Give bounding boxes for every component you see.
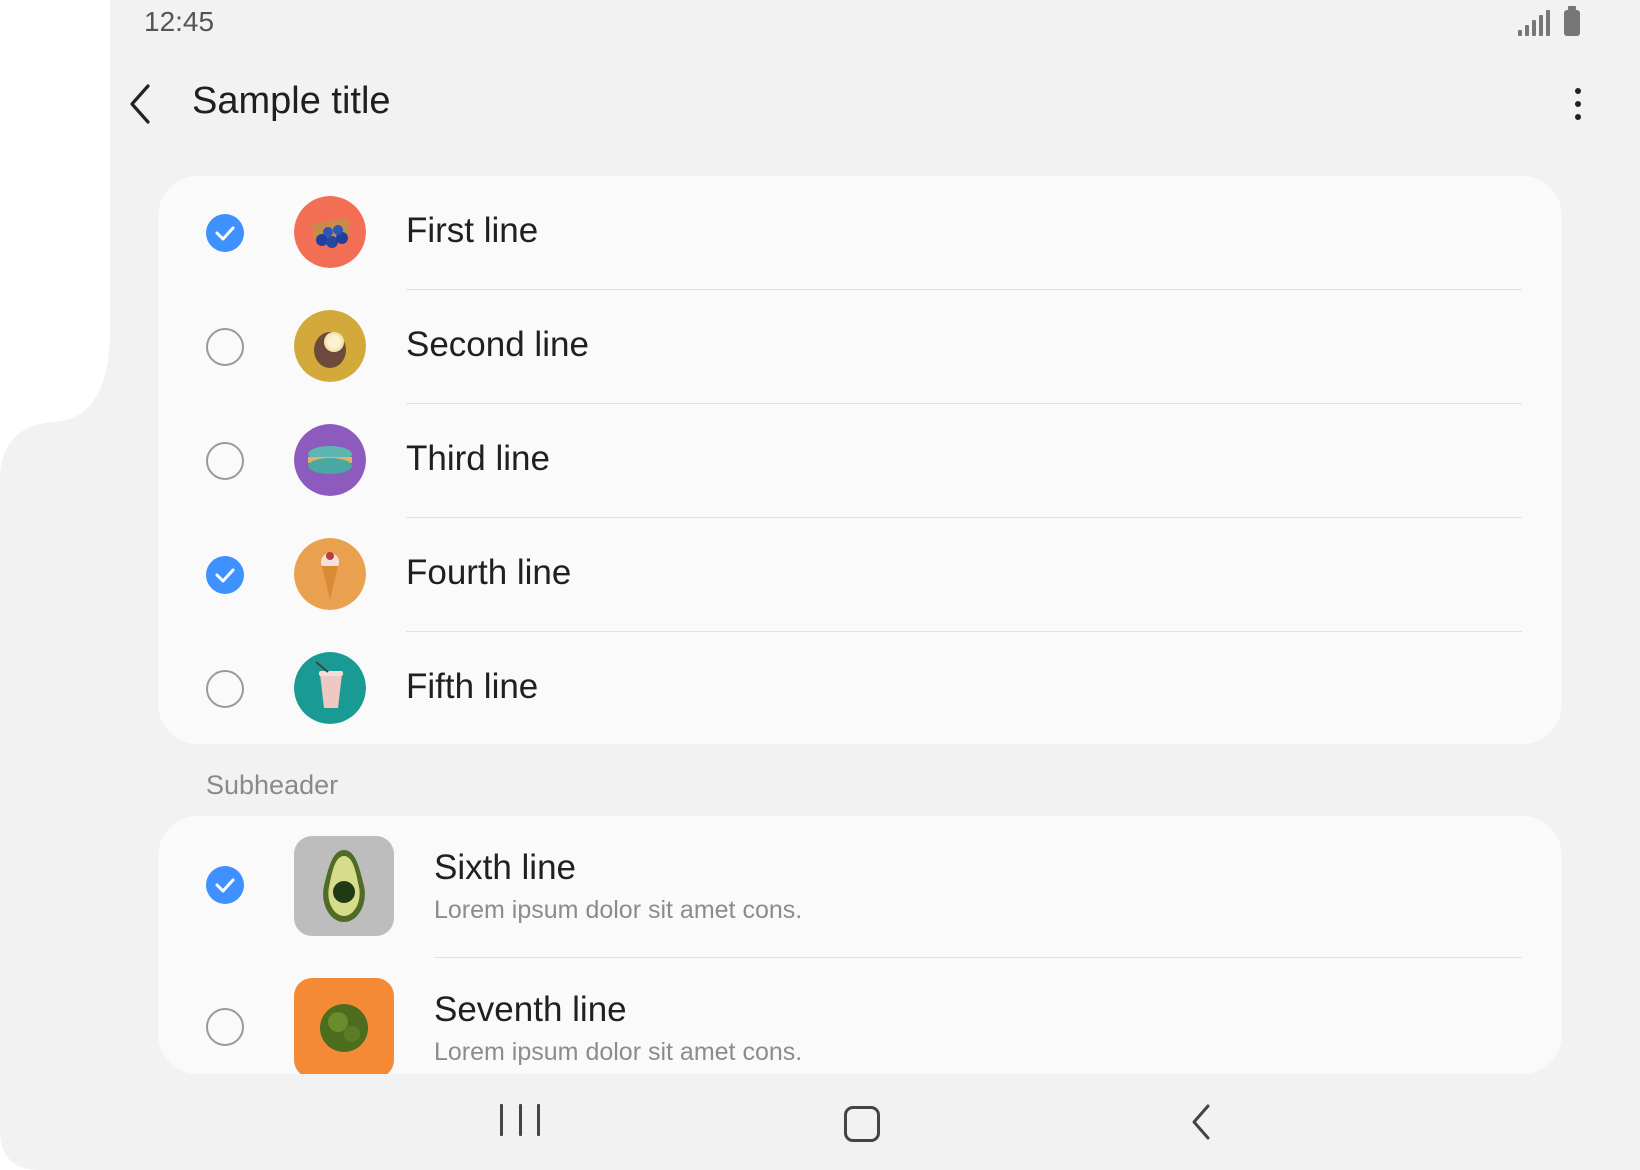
status-icons bbox=[1518, 10, 1580, 36]
list-item-fifth[interactable]: Fifth line bbox=[158, 632, 1562, 744]
checkbox-checked[interactable] bbox=[206, 214, 244, 252]
list-item-label: Sixth line bbox=[434, 848, 577, 887]
list-item-sublabel: Lorem ipsum dolor sit amet cons. bbox=[434, 896, 803, 924]
list-card-2: Sixth line Lorem ipsum dolor sit amet co… bbox=[158, 816, 1562, 1074]
list-item-first[interactable]: First line bbox=[158, 176, 1562, 290]
blueberries-icon bbox=[294, 196, 366, 268]
recents-button[interactable] bbox=[500, 1104, 540, 1138]
list-item-label: Third line bbox=[406, 439, 550, 478]
check-icon bbox=[215, 225, 235, 241]
checkbox-unchecked[interactable] bbox=[206, 670, 244, 708]
list-item-fourth[interactable]: Fourth line bbox=[158, 518, 1562, 632]
page-title: Sample title bbox=[192, 80, 391, 122]
battery-icon bbox=[1564, 10, 1580, 36]
list-item-label: First line bbox=[406, 211, 539, 250]
more-vertical-icon bbox=[1575, 88, 1581, 94]
list-item-label: Fourth line bbox=[406, 553, 572, 592]
more-options-button[interactable] bbox=[1558, 80, 1598, 128]
list-item-second[interactable]: Second line bbox=[158, 290, 1562, 404]
list-item-label: Second line bbox=[406, 325, 589, 364]
list-item-label: Fifth line bbox=[406, 667, 539, 706]
check-icon bbox=[215, 877, 235, 893]
checkbox-unchecked[interactable] bbox=[206, 1008, 244, 1046]
list-item-third[interactable]: Third line bbox=[158, 404, 1562, 518]
subheader: Subheader bbox=[206, 770, 339, 800]
coconut-icon bbox=[294, 310, 366, 382]
drink-cup-icon bbox=[294, 652, 366, 724]
checkbox-checked[interactable] bbox=[206, 866, 244, 904]
back-icon bbox=[1186, 1102, 1216, 1142]
list-card-1: First line Second line Third line Fourth… bbox=[158, 176, 1562, 744]
moss-ball-icon bbox=[294, 978, 394, 1074]
checkbox-checked[interactable] bbox=[206, 556, 244, 594]
check-icon bbox=[215, 567, 235, 583]
avocado-icon bbox=[294, 836, 394, 936]
signal-icon bbox=[1518, 10, 1550, 36]
back-button[interactable] bbox=[118, 78, 166, 130]
list-item-sixth[interactable]: Sixth line Lorem ipsum dolor sit amet co… bbox=[158, 816, 1562, 958]
home-button[interactable] bbox=[844, 1106, 880, 1142]
ice-cream-icon bbox=[294, 538, 366, 610]
device-screen: 12:45 Sample title First line Second lin… bbox=[0, 0, 1640, 1170]
chevron-left-icon bbox=[118, 78, 166, 130]
status-time: 12:45 bbox=[144, 6, 215, 37]
list-item-sublabel: Lorem ipsum dolor sit amet cons. bbox=[434, 1038, 803, 1066]
checkbox-unchecked[interactable] bbox=[206, 328, 244, 366]
recents-icon bbox=[500, 1104, 503, 1136]
nav-back-button[interactable] bbox=[1186, 1102, 1216, 1142]
list-item-label: Seventh line bbox=[434, 990, 627, 1029]
macaron-icon bbox=[294, 424, 366, 496]
list-item-seventh[interactable]: Seventh line Lorem ipsum dolor sit amet … bbox=[158, 958, 1562, 1074]
checkbox-unchecked[interactable] bbox=[206, 442, 244, 480]
